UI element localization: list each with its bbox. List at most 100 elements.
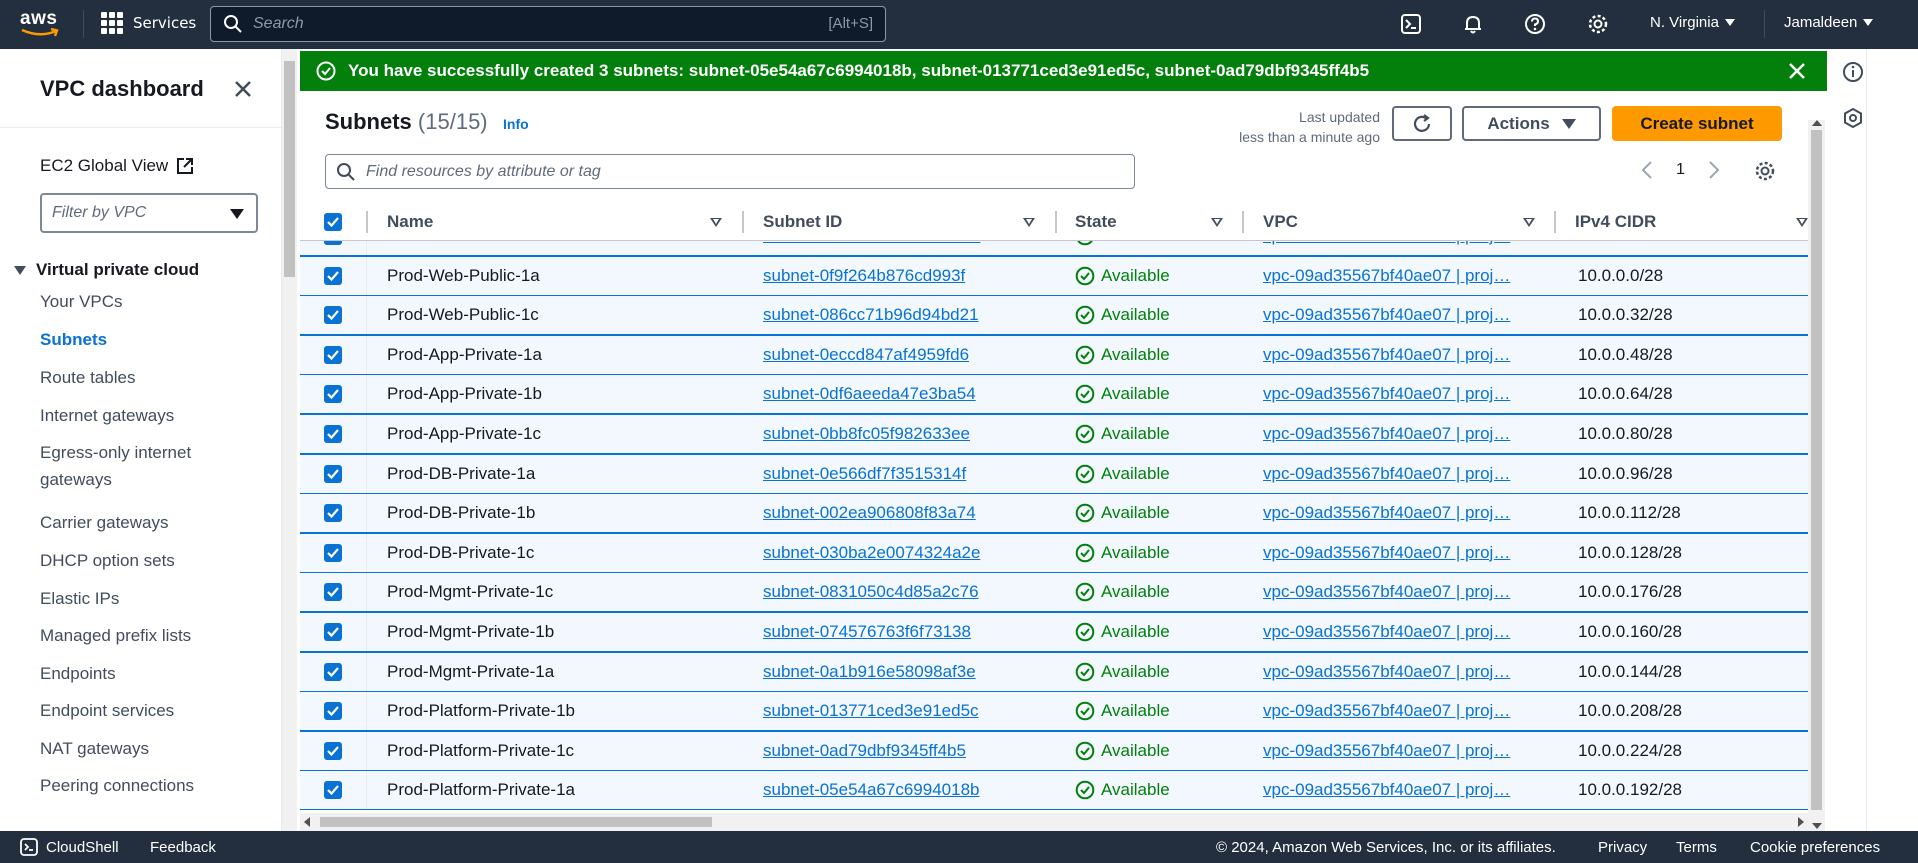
privacy-link[interactable]: Privacy: [1598, 839, 1647, 856]
sidebar-section-virtual-private-cloud[interactable]: Virtual private cloud: [14, 260, 199, 280]
sort-icon[interactable]: [1023, 203, 1037, 241]
column-header-vpc[interactable]: VPC: [1263, 203, 1298, 241]
scrollbar-thumb[interactable]: [1811, 130, 1822, 810]
table-row[interactable]: Prod-App-Private-1b subnet-0df6aeeda47e3b…: [300, 374, 1808, 415]
scroll-left-arrow-icon[interactable]: [304, 817, 310, 827]
table-preferences-gear-icon[interactable]: [1754, 160, 1776, 182]
vpc-link[interactable]: vpc-09ad35567bf40ae07 | proj…: [1263, 494, 1529, 532]
info-link[interactable]: Info: [503, 116, 529, 132]
info-icon[interactable]: [1842, 61, 1864, 83]
table-horizontal-scrollbar[interactable]: [300, 813, 1808, 831]
subnet-id-link[interactable]: subnet-013771ced3e91ed5c: [763, 692, 979, 730]
subnet-id-link[interactable]: subnet-002ea906808f83a74: [763, 494, 976, 532]
filter-by-vpc-select[interactable]: Filter by VPC: [40, 193, 258, 233]
subnet-id-link[interactable]: subnet-0a1b916e58098af3e: [763, 653, 976, 691]
sidebar-item-endpoint-services[interactable]: Endpoint services: [40, 697, 174, 724]
close-icon[interactable]: [232, 78, 254, 100]
account-menu[interactable]: Jamaldeen: [1784, 14, 1874, 31]
sidebar-item-egress-only-internet-gateways-line2[interactable]: gateways: [40, 466, 112, 493]
sidebar-item-elastic-ips[interactable]: Elastic IPs: [40, 585, 119, 612]
scroll-up-arrow-icon[interactable]: [1812, 120, 1822, 126]
gear-icon[interactable]: [1587, 13, 1609, 35]
cloudshell-icon[interactable]: [1400, 13, 1422, 35]
sidebar-item-your-vpcs[interactable]: Your VPCs: [40, 288, 123, 315]
scroll-down-arrow-icon[interactable]: [1812, 823, 1822, 829]
row-checkbox[interactable]: [324, 702, 342, 721]
create-subnet-button[interactable]: Create subnet: [1612, 106, 1782, 141]
cloudshell-link[interactable]: CloudShell: [46, 839, 119, 856]
cloudshell-icon[interactable]: [20, 838, 38, 856]
sidebar-scrollbar[interactable]: [282, 49, 297, 831]
table-row[interactable]: Prod-Web-Public-1c subnet-086cc71b96d94bd…: [300, 295, 1808, 336]
vpc-link[interactable]: vpc-09ad35567bf40ae07 | proj…: [1263, 771, 1529, 809]
select-all-checkbox[interactable]: [324, 213, 342, 231]
row-checkbox[interactable]: [324, 464, 342, 483]
table-row[interactable]: Prod-Platform-Private-1b subnet-013771ced…: [300, 691, 1808, 732]
search-input[interactable]: [253, 15, 793, 33]
global-search[interactable]: [Alt+S]: [210, 6, 886, 42]
sidebar-item-managed-prefix-lists[interactable]: Managed prefix lists: [40, 622, 191, 649]
vpc-link[interactable]: vpc-09ad35567bf40ae07 | proj…: [1263, 692, 1529, 730]
sort-icon[interactable]: [1523, 203, 1537, 241]
vpc-link[interactable]: vpc-09ad35567bf40ae07 | proj…: [1263, 653, 1529, 691]
close-icon[interactable]: [1787, 61, 1807, 81]
row-checkbox[interactable]: [324, 623, 342, 641]
sidebar-item-endpoints[interactable]: Endpoints: [40, 660, 116, 687]
table-row[interactable]: Prod-DB-Private-1c subnet-030ba2e0074324a…: [300, 532, 1808, 573]
row-checkbox[interactable]: [324, 266, 342, 285]
vpc-link[interactable]: vpc-09ad35567bf40ae07 | proj…: [1263, 455, 1529, 493]
sidebar-item-dhcp-option-sets[interactable]: DHCP option sets: [40, 547, 175, 574]
row-checkbox[interactable]: [324, 662, 342, 681]
vpc-link[interactable]: vpc-09ad35567bf40ae07 | proj…: [1263, 534, 1529, 572]
row-checkbox[interactable]: [324, 583, 342, 602]
scrollbar-thumb[interactable]: [320, 817, 712, 827]
sidebar-item-peering-connections[interactable]: Peering connections: [40, 772, 194, 799]
subnet-id-link[interactable]: subnet-0bb8fc05f982633ee: [763, 415, 970, 453]
vpc-link[interactable]: vpc-09ad35567bf40ae07 | proj…: [1263, 375, 1529, 413]
sidebar-item-subnets[interactable]: Subnets: [40, 326, 107, 353]
find-resources-input[interactable]: [366, 162, 1126, 181]
table-row[interactable]: Prod-DB-Private-1b subnet-002ea906808f83a…: [300, 493, 1808, 534]
current-page[interactable]: 1: [1676, 161, 1685, 179]
subnet-id-link[interactable]: subnet-05e54a67c6994018b: [763, 771, 979, 809]
sort-icon[interactable]: [1796, 203, 1808, 241]
chevron-left-icon[interactable]: [1640, 160, 1654, 180]
column-header-ipv4-cidr[interactable]: IPv4 CIDR: [1575, 203, 1656, 241]
sidebar-title[interactable]: VPC dashboard: [40, 76, 204, 102]
actions-button[interactable]: Actions: [1462, 106, 1601, 141]
table-row[interactable]: Prod-App-Private-1c subnet-0bb8fc05f98263…: [300, 414, 1808, 454]
sort-icon[interactable]: [710, 203, 724, 241]
row-checkbox[interactable]: [324, 306, 342, 325]
row-checkbox[interactable]: [324, 385, 342, 404]
vpc-link[interactable]: vpc-09ad35567bf40ae07 | proj…: [1263, 257, 1529, 295]
subnet-id-link[interactable]: subnet-0e566df7f3515314f: [763, 455, 966, 493]
table-row[interactable]: Prod-Mgmt-Private-1b subnet-074576763f6f7…: [300, 612, 1808, 652]
table-row[interactable]: Prod-Web-Public-1a subnet-0f9f264b876cd99…: [300, 255, 1808, 296]
scroll-right-arrow-icon[interactable]: [1798, 817, 1804, 827]
refresh-button[interactable]: [1392, 106, 1452, 141]
sidebar-item-route-tables[interactable]: Route tables: [40, 364, 135, 391]
sidebar-item-carrier-gateways[interactable]: Carrier gateways: [40, 509, 169, 536]
region-selector[interactable]: N. Virginia: [1650, 14, 1735, 31]
table-row[interactable]: Prod-App-Private-1a subnet-0eccd847af4959…: [300, 334, 1808, 375]
row-checkbox[interactable]: [324, 504, 342, 523]
table-row[interactable]: Prod-Mgmt-Private-1a subnet-0a1b916e58098…: [300, 651, 1808, 692]
sidebar-item-nat-gateways[interactable]: NAT gateways: [40, 735, 149, 762]
aws-logo[interactable]: aws: [20, 9, 62, 39]
sidebar-item-ec2-global-view[interactable]: EC2 Global View: [40, 156, 194, 176]
bell-icon[interactable]: [1462, 13, 1484, 35]
row-checkbox[interactable]: [324, 345, 342, 364]
sidebar-item-egress-only-internet-gateways[interactable]: Egress-only internet: [40, 439, 191, 466]
table-row[interactable]: Prod-Platform-Private-1a subnet-05e54a67c…: [300, 770, 1808, 811]
row-checkbox[interactable]: [324, 543, 342, 562]
sidebar-item-internet-gateways[interactable]: Internet gateways: [40, 402, 174, 429]
table-row[interactable]: Prod-Platform-Private-1c subnet-0ad79dbf9…: [300, 730, 1808, 771]
subnet-id-link[interactable]: subnet-086cc71b96d94bd21: [763, 296, 979, 334]
column-header-state[interactable]: State: [1075, 203, 1117, 241]
vpc-link[interactable]: vpc-09ad35567bf40ae07 | proj…: [1263, 573, 1529, 611]
row-checkbox[interactable]: [324, 425, 342, 443]
vpc-link[interactable]: vpc-09ad35567bf40ae07 | proj…: [1263, 415, 1529, 453]
vpc-link[interactable]: vpc-09ad35567bf40ae07 | proj…: [1263, 732, 1529, 770]
table-filter[interactable]: [325, 154, 1135, 189]
vpc-link[interactable]: vpc-09ad35567bf40ae07 | proj…: [1263, 296, 1529, 334]
